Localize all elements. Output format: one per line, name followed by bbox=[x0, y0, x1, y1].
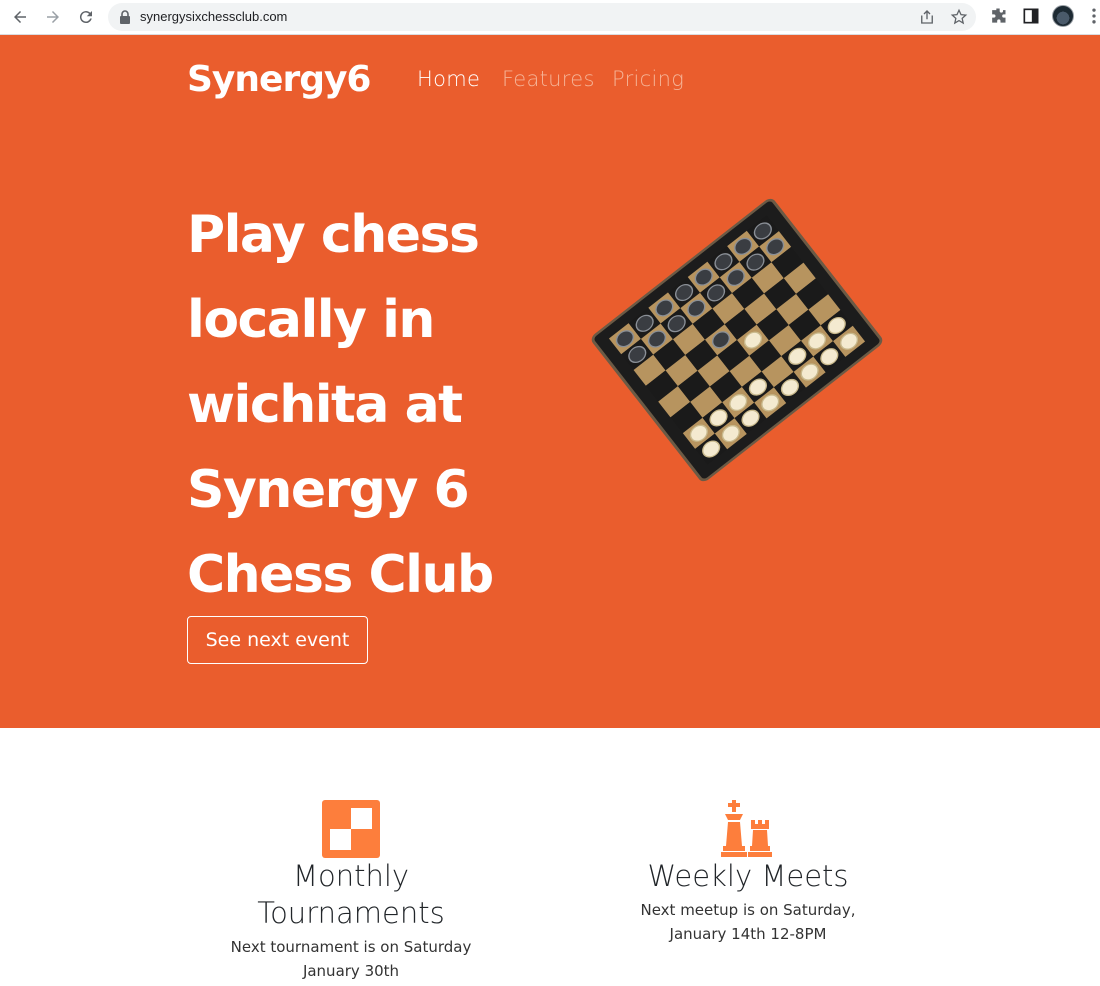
share-icon[interactable] bbox=[918, 8, 936, 26]
headline-line: wichita at bbox=[187, 375, 463, 435]
features-section: Monthly Tournaments Next tournament is o… bbox=[0, 728, 1100, 986]
checkerboard-icon bbox=[322, 800, 380, 858]
brand-logo[interactable]: Synergy6 bbox=[187, 59, 371, 100]
side-panel-icon[interactable] bbox=[1021, 6, 1041, 26]
nav-link-features[interactable]: Features bbox=[502, 67, 595, 91]
feature-title: Monthly Tournaments bbox=[257, 859, 445, 930]
feature-text: Next meetup is on Saturday, January 14th… bbox=[640, 901, 856, 943]
headline-line: locally in bbox=[187, 290, 435, 350]
see-next-event-button[interactable]: See next event bbox=[187, 616, 368, 664]
hero-section: Synergy6 Home Features Pricing Play ches… bbox=[0, 35, 1100, 728]
feature-weekly-meets: Weekly Meets Next meetup is on Saturday,… bbox=[618, 728, 878, 946]
headline-line: Chess Club bbox=[187, 545, 494, 605]
headline-line: Play chess bbox=[187, 205, 480, 265]
back-icon[interactable] bbox=[8, 5, 32, 29]
address-bar[interactable]: synergysixchessclub.com bbox=[108, 3, 976, 31]
extensions-icon[interactable] bbox=[988, 6, 1008, 26]
reload-icon[interactable] bbox=[74, 5, 98, 29]
feature-title: Weekly Meets bbox=[647, 859, 849, 893]
star-icon[interactable] bbox=[950, 8, 968, 26]
browser-toolbar: synergysixchessclub.com bbox=[0, 0, 1100, 35]
profile-avatar[interactable] bbox=[1052, 5, 1074, 27]
feature-monthly-tournaments: Monthly Tournaments Next tournament is o… bbox=[221, 728, 481, 983]
hero-headline: Play chess locally in wichita at Synergy… bbox=[187, 193, 567, 618]
nav-link-pricing[interactable]: Pricing bbox=[612, 67, 684, 91]
feature-text: Next tournament is on Saturday January 3… bbox=[230, 938, 472, 980]
chess-pieces-icon bbox=[721, 800, 772, 857]
url-text[interactable]: synergysixchessclub.com bbox=[140, 9, 287, 24]
menu-icon[interactable] bbox=[1084, 6, 1100, 26]
nav-link-home[interactable]: Home bbox=[417, 67, 480, 91]
chessboard-photo bbox=[561, 185, 913, 495]
forward-icon[interactable] bbox=[41, 5, 65, 29]
lock-icon[interactable] bbox=[119, 10, 131, 24]
headline-line: Synergy 6 bbox=[187, 460, 470, 520]
